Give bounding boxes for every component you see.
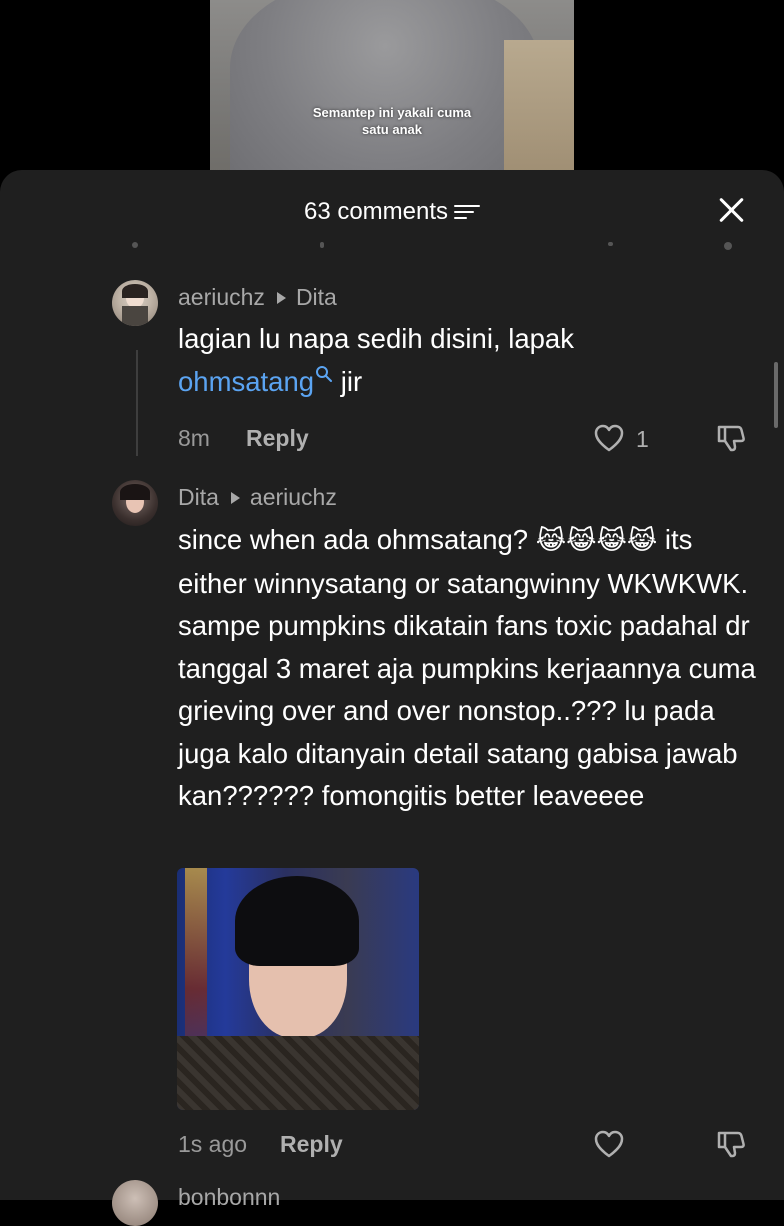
comments-sheet: 63 comments aeriuchz Dita lagian lu napa …	[0, 170, 784, 1226]
dislike-icon[interactable]	[716, 1129, 746, 1159]
comment-author[interactable]: bonbonnn	[178, 1182, 280, 1212]
scrolled-row-fragment	[724, 242, 732, 250]
thread-line	[136, 350, 138, 456]
reply-arrow-icon	[230, 491, 240, 504]
close-icon[interactable]	[718, 196, 746, 224]
filter-icon[interactable]	[454, 202, 481, 222]
heart-icon[interactable]	[594, 1130, 624, 1158]
scrolled-row-fragment	[132, 242, 138, 248]
video-caption: Semantep ini yakali cuma satu anak	[210, 104, 574, 138]
comment-author[interactable]: Dita aeriuchz	[178, 482, 337, 512]
reply-to-username[interactable]: Dita	[296, 284, 337, 310]
comment-text: since when ada ohmsatang? 😹😹😹😹 its eithe…	[178, 519, 760, 818]
comment-text-part: lagian lu napa sedih disini, lapak	[178, 323, 574, 354]
timestamp: 1s ago	[178, 1131, 248, 1157]
scrolled-row-fragment	[320, 242, 324, 248]
reply-button[interactable]: Reply	[280, 1126, 343, 1162]
comment-meta: 8m Reply	[178, 420, 784, 456]
comment-text: lagian lu napa sedih disini, lapak ohmsa…	[178, 318, 760, 403]
username[interactable]: Dita	[178, 484, 219, 510]
mention-text[interactable]: ohmsatang	[178, 366, 314, 397]
comment-text-part: its either winnysatang or satangwinny WK…	[178, 524, 756, 811]
image-sweater	[177, 1036, 419, 1110]
like-count: 1	[636, 426, 649, 452]
avatar[interactable]	[112, 280, 158, 326]
comment-meta: 1s ago Reply	[178, 1126, 784, 1162]
video-caption-line-2: satu anak	[362, 122, 422, 137]
comments-header: 63 comments	[0, 194, 784, 228]
crying-cat-emoji: 😹😹😹😹	[535, 526, 658, 556]
video-person	[230, 0, 540, 172]
dislike-icon[interactable]	[716, 423, 746, 453]
timestamp: 8m	[178, 425, 210, 451]
reply-to-username[interactable]: aeriuchz	[250, 484, 337, 510]
search-icon	[316, 365, 333, 382]
username[interactable]: bonbonnn	[178, 1184, 280, 1210]
heart-icon[interactable]	[594, 424, 624, 452]
video-caption-line-1: Semantep ini yakali cuma	[312, 105, 472, 120]
username[interactable]: aeriuchz	[178, 284, 265, 310]
comment-count: 63 comments	[303, 197, 449, 225]
avatar[interactable]	[112, 480, 158, 526]
comment-image[interactable]	[177, 868, 419, 1110]
comment-text-part: since when ada ohmsatang?	[178, 524, 536, 555]
avatar[interactable]	[112, 1180, 158, 1226]
scrollbar[interactable]	[774, 362, 778, 428]
video-preview[interactable]: Semantep ini yakali cuma satu anak	[210, 0, 574, 172]
comment-text-part: jir	[333, 365, 363, 397]
mention-link[interactable]: ohmsatang	[178, 365, 333, 397]
reply-button[interactable]: Reply	[246, 420, 309, 456]
comment-author[interactable]: aeriuchz Dita	[178, 282, 337, 312]
image-hair	[235, 876, 359, 966]
reply-arrow-icon	[276, 291, 286, 304]
scrolled-row-fragment	[608, 242, 613, 246]
